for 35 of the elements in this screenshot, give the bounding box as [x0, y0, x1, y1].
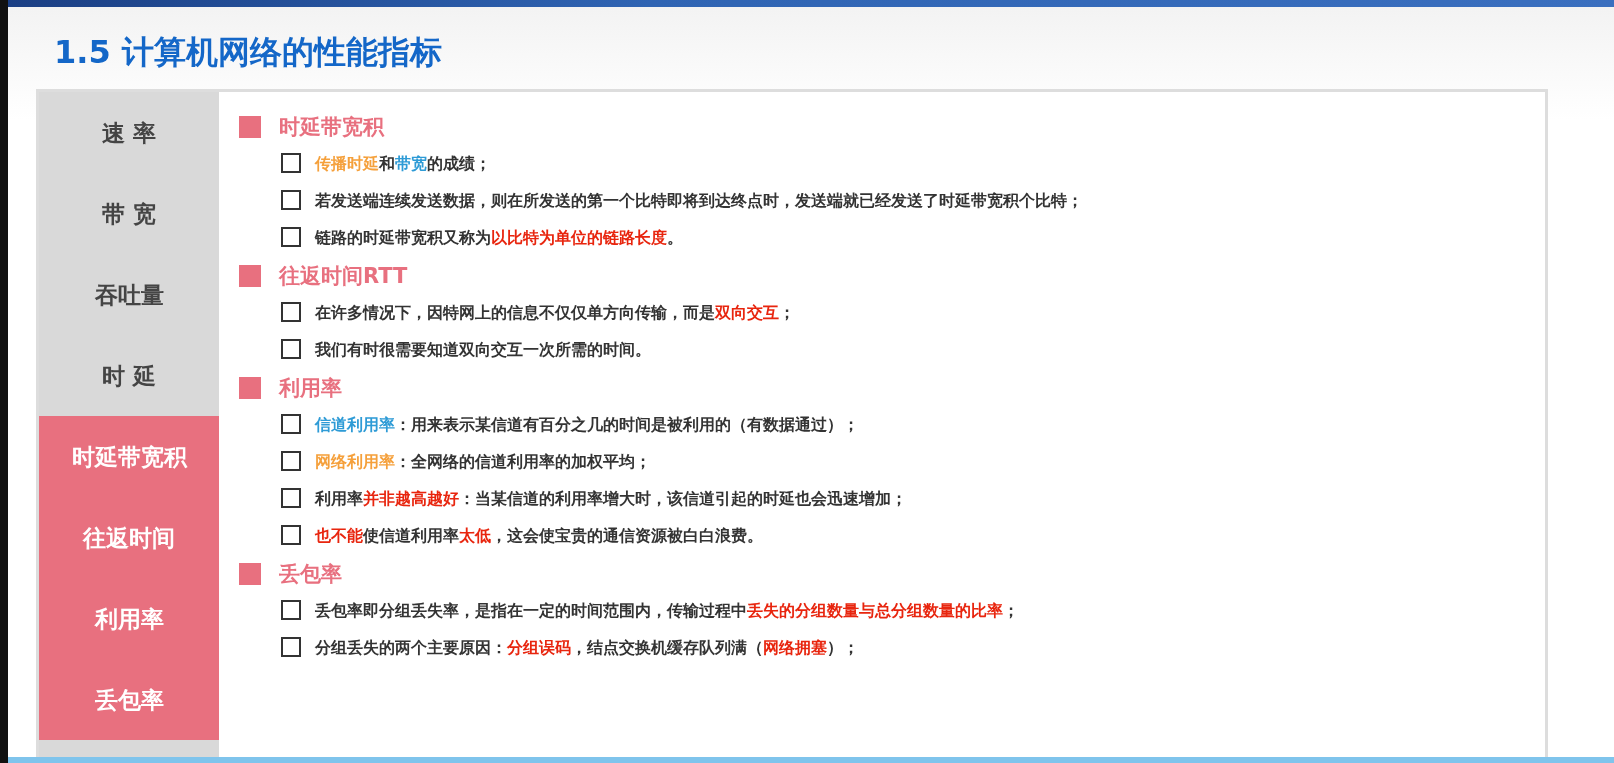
bullet-text: 也不能使信道利用率太低，这会使宝贵的通信资源被白白浪费。: [315, 525, 763, 548]
bullet-text: 链路的时延带宽积又称为以比特为单位的链路长度。: [315, 227, 683, 250]
sidebar-item[interactable]: 时 延: [39, 335, 219, 417]
checkbox-icon: [281, 600, 301, 621]
bullet-text: 利用率并非越高越好：当某信道的利用率增大时，该信道引起的时延也会迅速增加；: [315, 488, 907, 511]
square-bullet-icon: [239, 377, 261, 400]
checkbox-icon: [281, 302, 301, 323]
section-heading: 往返时间RTT: [279, 262, 408, 290]
sidebar-item[interactable]: 吞吐量: [39, 254, 219, 336]
checkbox-icon: [281, 414, 301, 435]
checkbox-icon: [281, 190, 301, 211]
section-heading: 利用率: [279, 374, 342, 402]
checkbox-icon: [281, 339, 301, 360]
bullet-text: 传播时延和带宽的成绩；: [315, 153, 491, 176]
square-bullet-icon: [239, 563, 261, 586]
checkbox-icon: [281, 227, 301, 248]
bullet-text: 网络利用率：全网络的信道利用率的加权平均；: [315, 451, 651, 474]
section-heading: 丢包率: [279, 560, 342, 588]
bullet-text: 信道利用率：用来表示某信道有百分之几的时间是被利用的（有数据通过）；: [315, 414, 859, 437]
sidebar-item[interactable]: 速 率: [39, 92, 219, 174]
bullet-text: 在许多情况下，因特网上的信息不仅仅单方向传输，而是双向交互；: [315, 302, 795, 325]
square-bullet-icon: [239, 116, 261, 139]
bullet-text: 丢包率即分组丢失率，是指在一定的时间范围内，传输过程中丢失的分组数量与总分组数量的比率；: [315, 600, 1019, 623]
bullet-text: 我们有时很需要知道双向交互一次所需的时间。: [315, 339, 651, 362]
checkbox-icon: [281, 488, 301, 509]
checkbox-icon: [281, 637, 301, 658]
slide-title: 1.5 计算机网络的性能指标: [54, 33, 443, 72]
bullet-text: 若发送端连续发送数据，则在所发送的第一个比特即将到达终点时，发送端就已经发送了时延带宽积个比特；: [315, 190, 1083, 213]
checkbox-icon: [281, 153, 301, 174]
checkbox-icon: [281, 525, 301, 546]
checkbox-icon: [281, 451, 301, 472]
sidebar-item[interactable]: 带 宽: [39, 173, 219, 255]
bullet-text: 分组丢失的两个主要原因：分组误码，结点交换机缓存队列满（网络拥塞）；: [315, 637, 859, 660]
section-heading: 时延带宽积: [279, 113, 384, 141]
square-bullet-icon: [239, 265, 261, 288]
